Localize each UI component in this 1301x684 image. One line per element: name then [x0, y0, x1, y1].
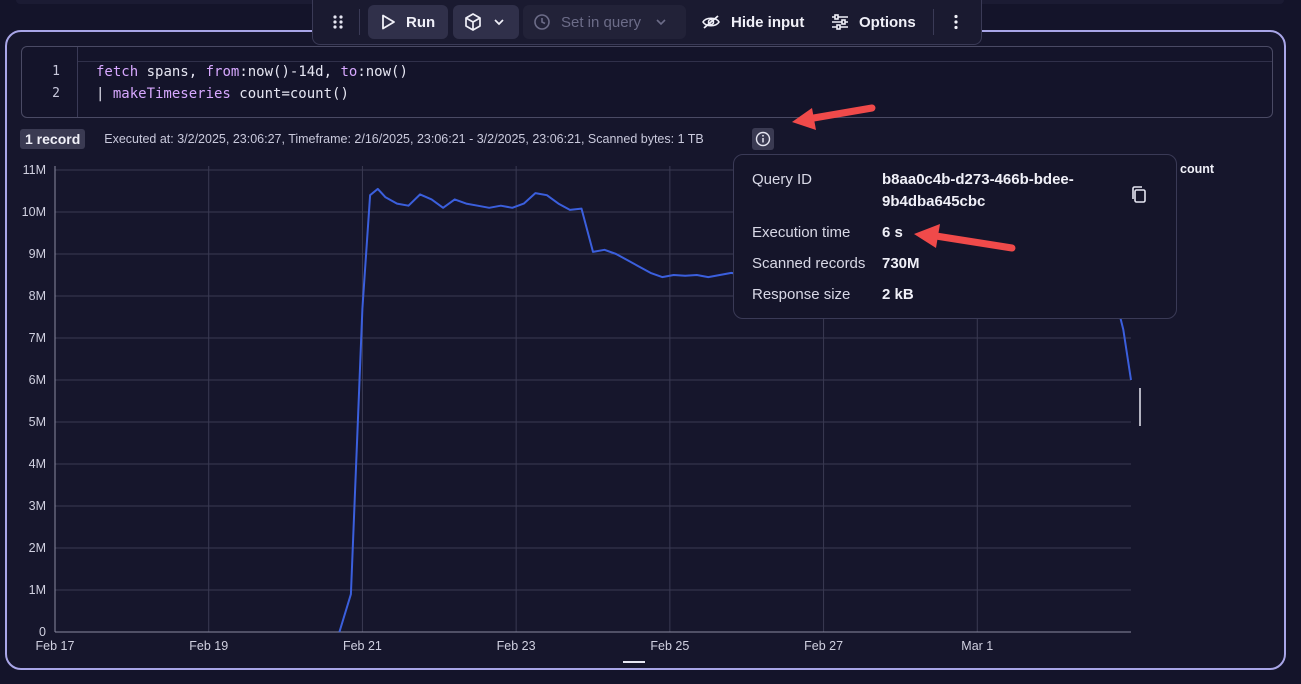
play-icon: [382, 14, 395, 30]
execution-meta-text: Executed at: 3/2/2025, 23:06:27, Timefra…: [104, 132, 704, 146]
query-id-label: Query ID: [752, 171, 813, 188]
eye-off-icon: [702, 15, 720, 29]
cube-icon: [465, 13, 481, 31]
scanned-records-value: 730M: [882, 255, 920, 272]
code-text: :now()-14d,: [239, 64, 341, 80]
code-keyword: from: [205, 64, 240, 80]
drag-handle-icon: [333, 15, 343, 29]
code-keyword: fetch: [96, 64, 139, 80]
options-label: Options: [859, 13, 916, 31]
code-keyword: makeTimeseries: [112, 86, 231, 102]
clock-icon: [534, 14, 550, 30]
execution-time-label: Execution time: [752, 224, 851, 241]
response-size-label: Response size: [752, 286, 851, 303]
query-id-value-line1: b8aa0c4b-d273-466b-bdee-: [882, 171, 1074, 188]
code-line-2[interactable]: | makeTimeseries count=count(): [96, 86, 349, 102]
code-text: |: [96, 86, 113, 102]
line-number: 2: [52, 86, 60, 101]
editor-line-separator: [78, 61, 1272, 62]
query-id-value-line2: 9b4dba645cbc: [882, 193, 986, 210]
run-button[interactable]: Run: [368, 5, 448, 39]
chevron-down-icon: [494, 19, 504, 26]
query-editor[interactable]: 1 2 fetch spans, from:now()-14d, to:now(…: [21, 46, 1273, 118]
scanned-records-label: Scanned records: [752, 255, 866, 272]
query-info-button[interactable]: [752, 128, 774, 150]
drag-handle-button[interactable]: [327, 5, 349, 39]
data-source-button[interactable]: [453, 5, 519, 39]
records-badge: 1 record: [20, 129, 86, 149]
legend-item-count[interactable]: count: [1180, 162, 1214, 176]
code-text: :now(): [357, 64, 408, 80]
code-line-1[interactable]: fetch spans, from:now()-14d, to:now(): [96, 64, 408, 80]
line-number-gutter: 1 2: [22, 47, 78, 117]
response-size-value: 2 kB: [882, 286, 914, 303]
set-in-query-button[interactable]: Set in query: [523, 5, 686, 39]
code-text: spans,: [138, 64, 206, 80]
hide-input-button[interactable]: Hide input: [701, 5, 811, 39]
more-vertical-icon: [954, 14, 958, 30]
execution-time-value: 6 s: [882, 224, 903, 241]
notebook-section-frame: [5, 30, 1286, 670]
code-keyword: to: [340, 64, 358, 80]
sliders-icon: [832, 14, 848, 30]
result-metadata: 1 record Executed at: 3/2/2025, 23:06:27…: [20, 128, 704, 150]
info-icon: [755, 131, 771, 147]
resize-handle[interactable]: [623, 661, 645, 663]
code-text: count=count(): [230, 86, 349, 102]
section-toolbar: Run Set in query Hide input Options: [312, 0, 982, 45]
hide-input-label: Hide input: [731, 13, 805, 31]
chevron-down-icon: [656, 19, 666, 26]
query-info-popover: Query ID b8aa0c4b-d273-466b-bdee- 9b4dba…: [733, 154, 1177, 319]
line-number: 1: [52, 64, 60, 79]
options-button[interactable]: Options: [831, 5, 927, 39]
toolbar-divider: [359, 9, 360, 35]
set-in-query-label: Set in query: [561, 13, 642, 31]
toolbar-divider: [933, 9, 934, 35]
more-options-button[interactable]: [945, 5, 967, 39]
run-label: Run: [406, 13, 436, 31]
copy-icon[interactable]: [1130, 185, 1148, 205]
